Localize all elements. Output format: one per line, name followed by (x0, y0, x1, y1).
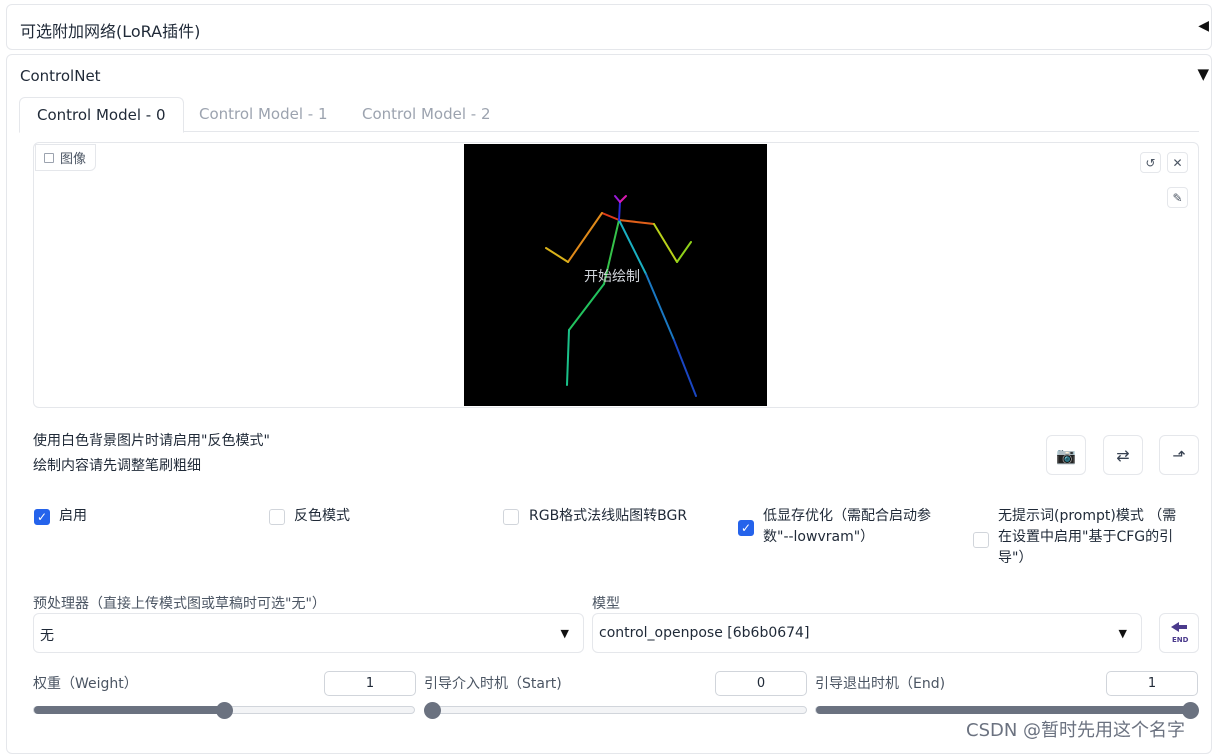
tab-control-model-0[interactable]: Control Model - 0 (19, 97, 184, 133)
skeleton-head-right (614, 195, 621, 203)
swap-icon: ⇄ (1116, 445, 1130, 465)
skeleton-shin-right (566, 329, 570, 386)
skeleton-head-left (619, 195, 627, 203)
camera-button[interactable]: 📷 (1046, 435, 1086, 475)
preprocessor-dropdown[interactable]: 无 ▼ (33, 613, 584, 653)
end-slider[interactable] (815, 706, 1198, 714)
start-slider-thumb[interactable] (424, 702, 441, 719)
enable-label: 启用 (59, 508, 87, 524)
weight-label: 权重（Weight） (33, 676, 138, 692)
model-value: control_openpose [6b6b0674] (599, 625, 810, 641)
collapse-down-icon[interactable]: ▼ (1197, 65, 1209, 83)
skeleton-neck (618, 201, 621, 221)
start-drawing-text: 开始绘制 (584, 269, 640, 285)
tab-control-model-2[interactable]: Control Model - 2 (345, 97, 508, 132)
image-icon (44, 152, 54, 163)
tab-control-model-1[interactable]: Control Model - 1 (182, 97, 345, 132)
weight-input[interactable]: 1 (324, 671, 416, 696)
lora-accordion-title: 可选附加网络(LoRA插件) (20, 22, 201, 41)
arrow-up-right-icon: ⬏ (1172, 445, 1186, 465)
preprocessor-value: 无 (40, 628, 54, 644)
controlnet-accordion-title[interactable]: ControlNet (20, 67, 101, 85)
swap-button[interactable]: ⇄ (1103, 435, 1143, 475)
enable-checkbox[interactable]: ✓ (34, 509, 50, 525)
end-arrow-icon: END (1171, 622, 1189, 644)
model-dropdown[interactable]: control_openpose [6b6b0674] ▼ (592, 613, 1142, 653)
rgb-to-bgr-label: RGB格式法线贴图转BGR (529, 508, 688, 524)
svg-text:END: END (1172, 636, 1189, 644)
rgb-to-bgr-checkbox[interactable] (503, 509, 519, 525)
reset-icon[interactable]: ↺ (1140, 152, 1161, 173)
model-label: 模型 (592, 596, 620, 612)
skeleton-thigh-right (568, 283, 605, 331)
guess-mode-checkbox[interactable] (973, 532, 989, 548)
image-label-text: 图像 (60, 152, 87, 167)
watermark: CSDN @暂时先用这个名字 (966, 720, 1186, 741)
chevron-down-icon: ▼ (1118, 627, 1127, 640)
skeleton-forearm-left (676, 241, 692, 263)
skeleton-shoulder-right (601, 212, 620, 221)
end-label: 引导退出时机（End) (815, 676, 946, 692)
start-label: 引导介入时机（Start) (424, 676, 562, 692)
collapse-left-icon[interactable]: ◀ (1198, 18, 1209, 34)
invert-mode-label: 反色模式 (294, 508, 350, 524)
pose-canvas[interactable]: 开始绘制 (464, 144, 767, 406)
brush-icon[interactable]: ✎ (1167, 187, 1188, 208)
end-slider-fill (816, 706, 1197, 714)
hint-brush-size: 绘制内容请先调整笔刷粗细 (33, 458, 201, 474)
chevron-down-icon: ▼ (560, 627, 569, 640)
close-icon[interactable]: ✕ (1167, 152, 1188, 173)
skeleton-shin-left (673, 339, 697, 397)
send-dimensions-button[interactable]: ⬏ (1159, 435, 1199, 475)
start-slider[interactable] (424, 706, 807, 714)
low-vram-label: 低显存优化（需配合启动参数"--lowvram"） (763, 508, 931, 545)
end-input[interactable]: 1 (1106, 671, 1198, 696)
control-model-tabs: Control Model - 0 Control Model - 1 Cont… (19, 97, 1199, 133)
weight-slider-fill (34, 706, 224, 714)
refresh-models-button[interactable]: END (1159, 613, 1199, 653)
hint-invert-mode: 使用白色背景图片时请启用"反色模式" (33, 433, 270, 449)
image-label-badge: 图像 (35, 144, 97, 171)
skeleton-shoulder-left (618, 219, 655, 225)
camera-icon: 📷 (1056, 445, 1076, 465)
weight-slider-thumb[interactable] (216, 702, 233, 719)
lora-accordion-header[interactable]: 可选附加网络(LoRA插件) ◀ (6, 4, 1212, 50)
preprocessor-label: 预处理器（直接上传模式图或草稿时可选"无"） (33, 596, 326, 612)
guess-mode-label: 无提示词(prompt)模式 （需在设置中启用"基于CFG的引导"） (998, 508, 1177, 566)
low-vram-checkbox[interactable]: ✓ (738, 520, 754, 536)
skeleton-upper-arm-left (653, 223, 678, 263)
invert-mode-checkbox[interactable] (269, 509, 285, 525)
skeleton-thigh-left (645, 273, 675, 341)
skeleton-upper-arm-right (567, 212, 603, 263)
start-input[interactable]: 0 (715, 671, 807, 696)
skeleton-forearm-right (545, 247, 569, 263)
